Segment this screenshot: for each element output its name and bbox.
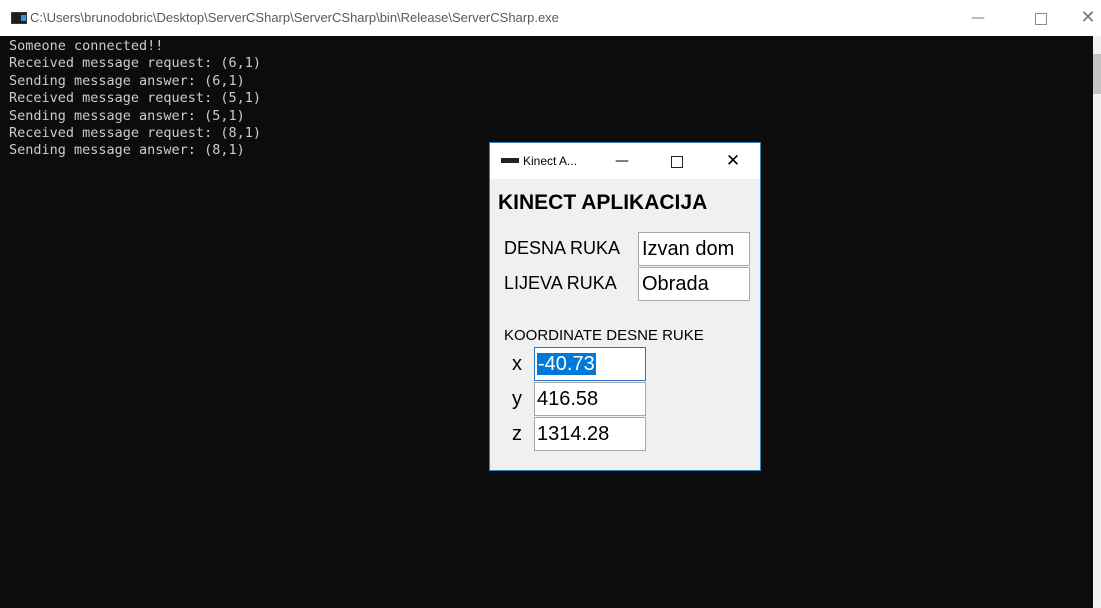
kinect-app-window-title: Kinect A... [523, 154, 578, 168]
dialog-close-button[interactable]: ✕ [713, 143, 753, 179]
console-window-title: C:\Users\brunodobric\Desktop\ServerCShar… [30, 10, 559, 25]
maximize-button[interactable] [1018, 0, 1064, 36]
right-hand-status-field[interactable]: Izvan dom [638, 232, 750, 266]
coordinates-heading: KOORDINATE DESNE RUKE [504, 327, 704, 344]
maximize-icon [1035, 12, 1047, 25]
y-axis-label: y [512, 388, 522, 410]
x-coordinate-value: -40.73 [537, 353, 596, 375]
console-scroll-thumb[interactable] [1093, 54, 1101, 94]
console-titlebar[interactable]: C:\Users\brunodobric\Desktop\ServerCShar… [0, 0, 1101, 36]
console-app-icon [11, 12, 27, 24]
z-axis-label: z [512, 423, 522, 445]
kinect-app-titlebar[interactable]: Kinect A... — ✕ [490, 143, 760, 179]
y-coordinate-field[interactable]: 416.58 [534, 382, 646, 416]
minimize-button[interactable]: — [955, 0, 1001, 36]
left-hand-label: LIJEVA RUKA [504, 273, 617, 293]
right-hand-label: DESNA RUKA [504, 238, 621, 258]
left-hand-status-field[interactable]: Obrada [638, 267, 750, 301]
maximize-icon [671, 155, 683, 168]
kinect-app-window: Kinect A... — ✕ KINECT APLIKACIJA DESNA … [489, 142, 761, 471]
app-heading: KINECT APLIKACIJA [498, 191, 708, 214]
z-coordinate-field[interactable]: 1314.28 [534, 417, 646, 451]
dialog-minimize-button[interactable]: — [602, 143, 642, 179]
console-scrollbar[interactable] [1093, 36, 1101, 608]
console-output: Someone connected!! Received message req… [9, 38, 261, 159]
dialog-maximize-button[interactable] [657, 143, 697, 179]
x-coordinate-field[interactable]: -40.73 [534, 347, 646, 381]
close-button[interactable]: ✕ [1065, 0, 1101, 36]
kinect-app-icon [501, 158, 519, 163]
x-axis-label: x [512, 353, 522, 375]
